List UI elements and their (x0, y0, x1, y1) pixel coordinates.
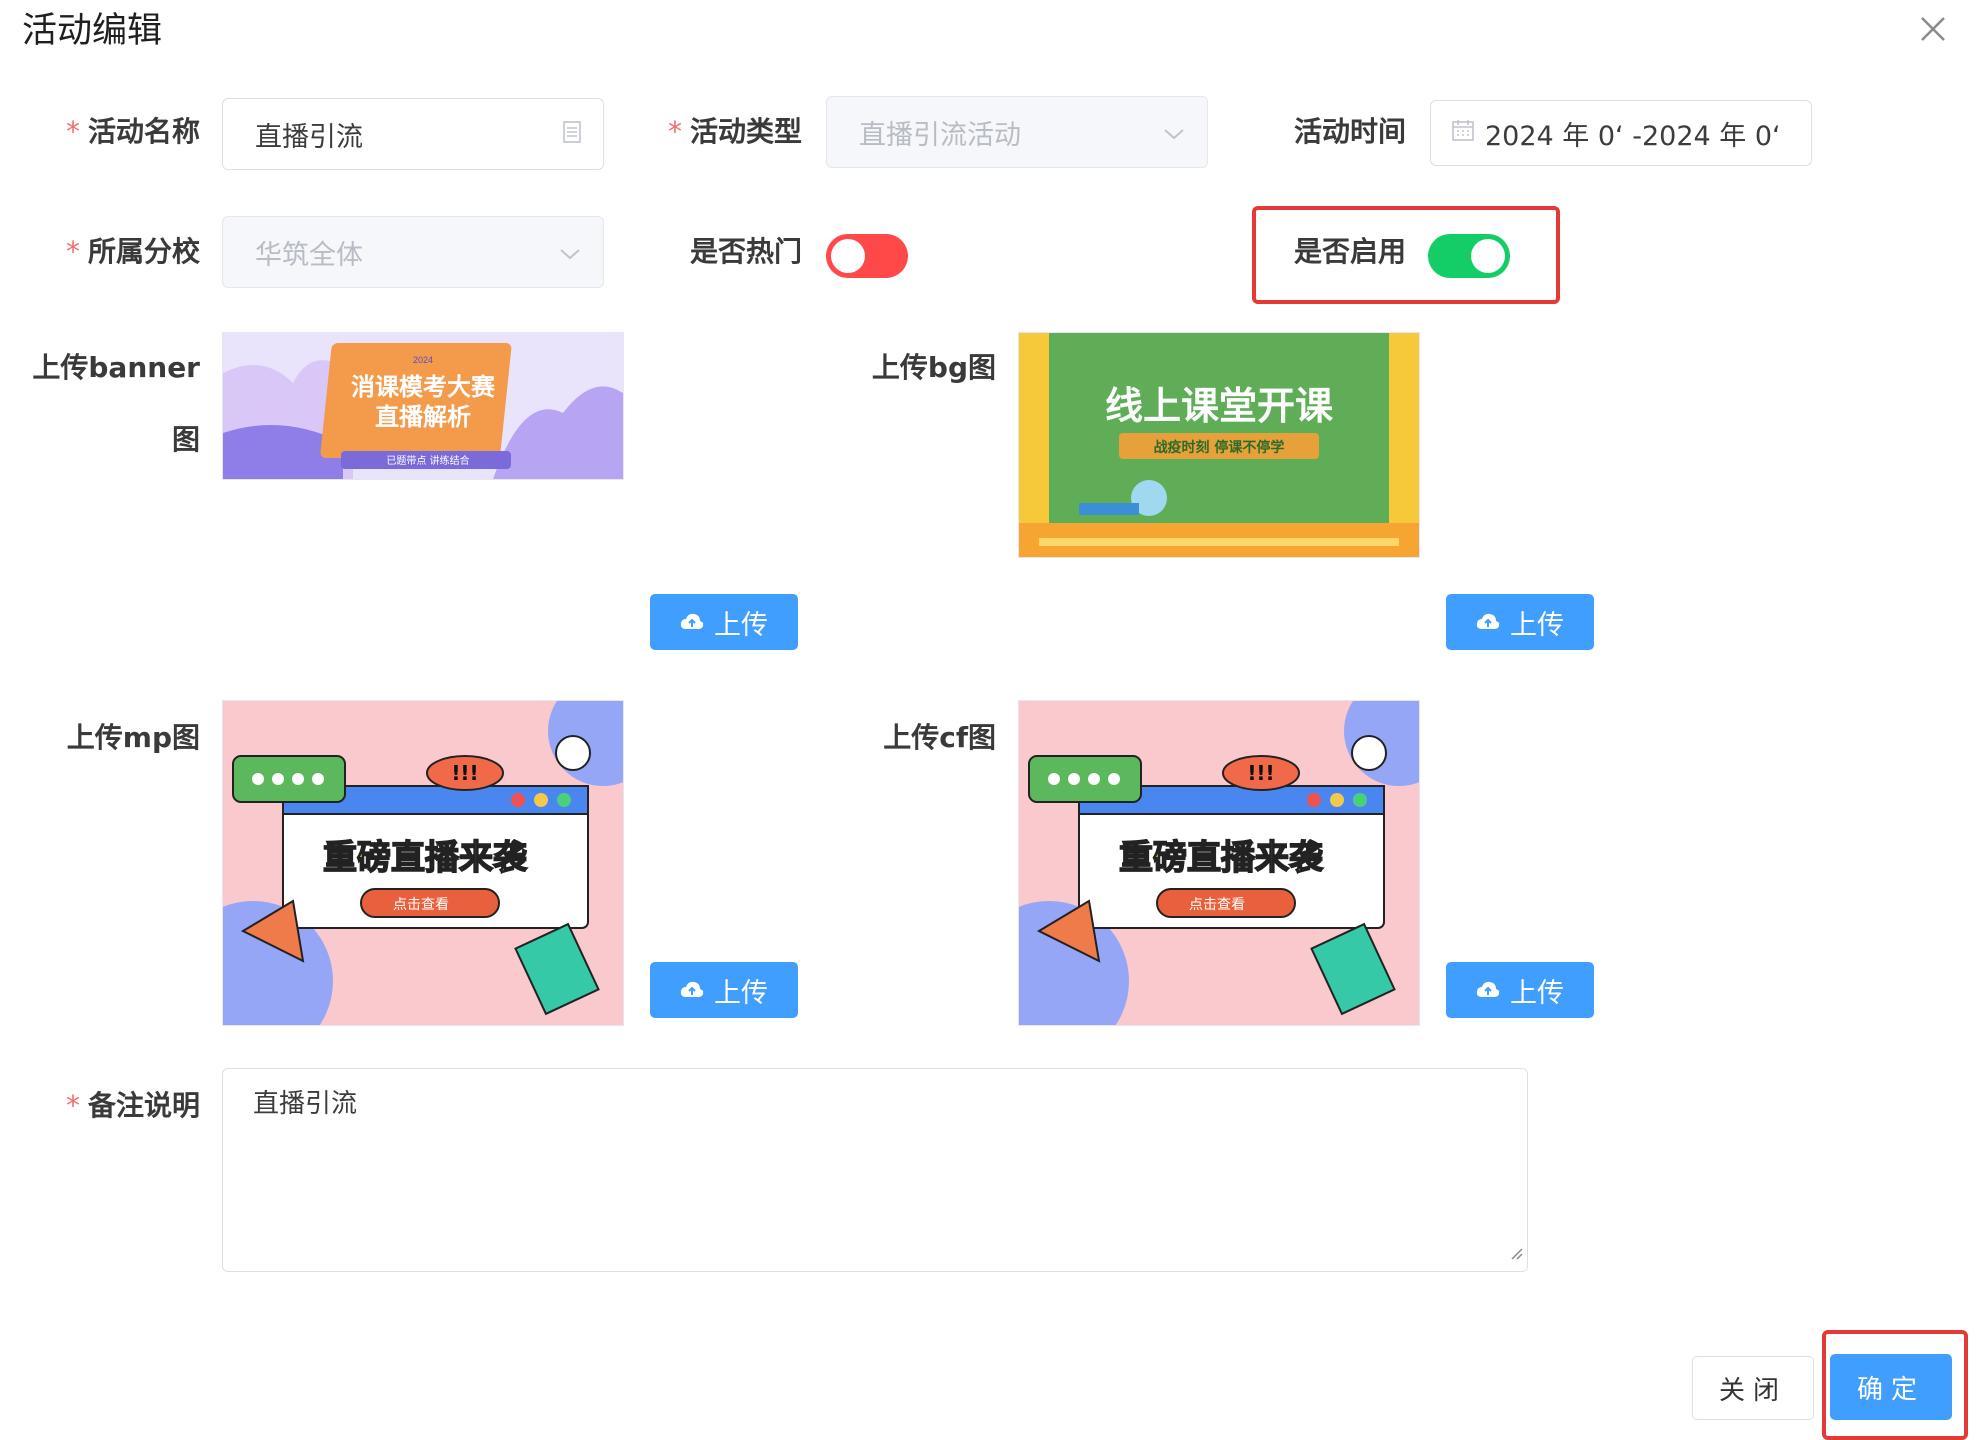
enabled-switch[interactable] (1428, 234, 1510, 278)
mp-label: 上传mp图 (66, 721, 200, 754)
banner-image: 2024 消课模考大赛 直播解析 已题带点 讲练结合 (222, 332, 624, 480)
school-value: 华筑全体 (255, 239, 363, 271)
remark-textarea[interactable]: 直播引流 (222, 1068, 1528, 1272)
mp-upload-label: 上传 (714, 977, 768, 1009)
bg-label: 上传bg图 (871, 351, 996, 384)
banner-year: 2024 (413, 355, 433, 365)
chevron-down-icon (559, 237, 581, 268)
enabled-label: 是否启用 (1293, 235, 1406, 268)
name-value: 直播引流 (255, 121, 363, 153)
mp-bubble-text: !!! (451, 761, 478, 785)
chevron-down-icon (1163, 117, 1185, 148)
cf-bubble-text: !!! (1247, 761, 1274, 785)
bg-upload-button[interactable]: 上传 (1446, 594, 1594, 650)
mp-title: 重磅直播来袭 (323, 838, 528, 878)
banner-upload-button[interactable]: 上传 (650, 594, 798, 650)
remark-value: 直播引流 (253, 1089, 358, 1119)
remark-label: * 备注说明 (65, 1089, 200, 1122)
school-label: * 所属分校 (65, 235, 200, 268)
banner-label-line2: 图 (171, 423, 200, 456)
mp-image: !!! 重磅直播来袭 点击查看 (222, 700, 624, 1026)
cf-label: 上传cf图 (883, 721, 996, 754)
banner-label-line1: 上传banner (32, 351, 200, 384)
close-icon[interactable] (1916, 12, 1950, 46)
calendar-icon (1451, 118, 1475, 149)
type-select[interactable]: 直播引流活动 (826, 96, 1208, 168)
bg-upload-label: 上传 (1510, 609, 1564, 641)
name-label: * 活动名称 (65, 115, 200, 148)
hot-switch-knob (831, 239, 865, 273)
mp-button-text: 点击查看 (393, 897, 449, 913)
cloud-upload-icon (680, 613, 704, 629)
type-label: * 活动类型 (667, 115, 802, 148)
banner-title-line1: 消课模考大赛 (351, 373, 496, 401)
enabled-switch-knob (1471, 239, 1505, 273)
name-input[interactable]: 直播引流 (222, 98, 604, 170)
cf-button-text: 点击查看 (1189, 897, 1245, 913)
time-label: 活动时间 (1293, 115, 1406, 148)
type-value: 直播引流活动 (859, 119, 1021, 151)
cf-image: !!! 重磅直播来袭 点击查看 (1018, 700, 1420, 1026)
cf-upload-label: 上传 (1510, 977, 1564, 1009)
time-range-picker[interactable]: 2024 年 0‘ -2024 年 0‘ (1430, 100, 1812, 166)
mp-upload-button[interactable]: 上传 (650, 962, 798, 1018)
banner-subtitle: 已题带点 讲练结合 (386, 454, 469, 467)
cf-title: 重磅直播来袭 (1119, 838, 1324, 878)
cloud-upload-icon (680, 981, 704, 997)
confirm-button[interactable]: 确定 (1830, 1354, 1952, 1420)
bg-title: 线上课堂开课 (1105, 384, 1333, 428)
hot-label: 是否热门 (689, 235, 802, 268)
hot-switch[interactable] (826, 234, 908, 278)
time-value: 2024 年 0‘ -2024 年 0‘ (1485, 120, 1781, 152)
cloud-upload-icon (1476, 613, 1500, 629)
dialog-title: 活动编辑 (22, 11, 163, 51)
bg-subtitle: 战疫时刻 停课不停学 (1154, 439, 1285, 456)
cloud-upload-icon (1476, 981, 1500, 997)
document-icon (563, 119, 581, 150)
school-select[interactable]: 华筑全体 (222, 216, 604, 288)
banner-title-line2: 直播解析 (375, 403, 471, 431)
banner-upload-label: 上传 (714, 609, 768, 641)
cf-upload-button[interactable]: 上传 (1446, 962, 1594, 1018)
close-button[interactable]: 关闭 (1692, 1356, 1814, 1420)
bg-image: 线上课堂开课 战疫时刻 停课不停学 (1018, 332, 1420, 558)
resize-handle-icon[interactable] (1509, 1237, 1523, 1267)
